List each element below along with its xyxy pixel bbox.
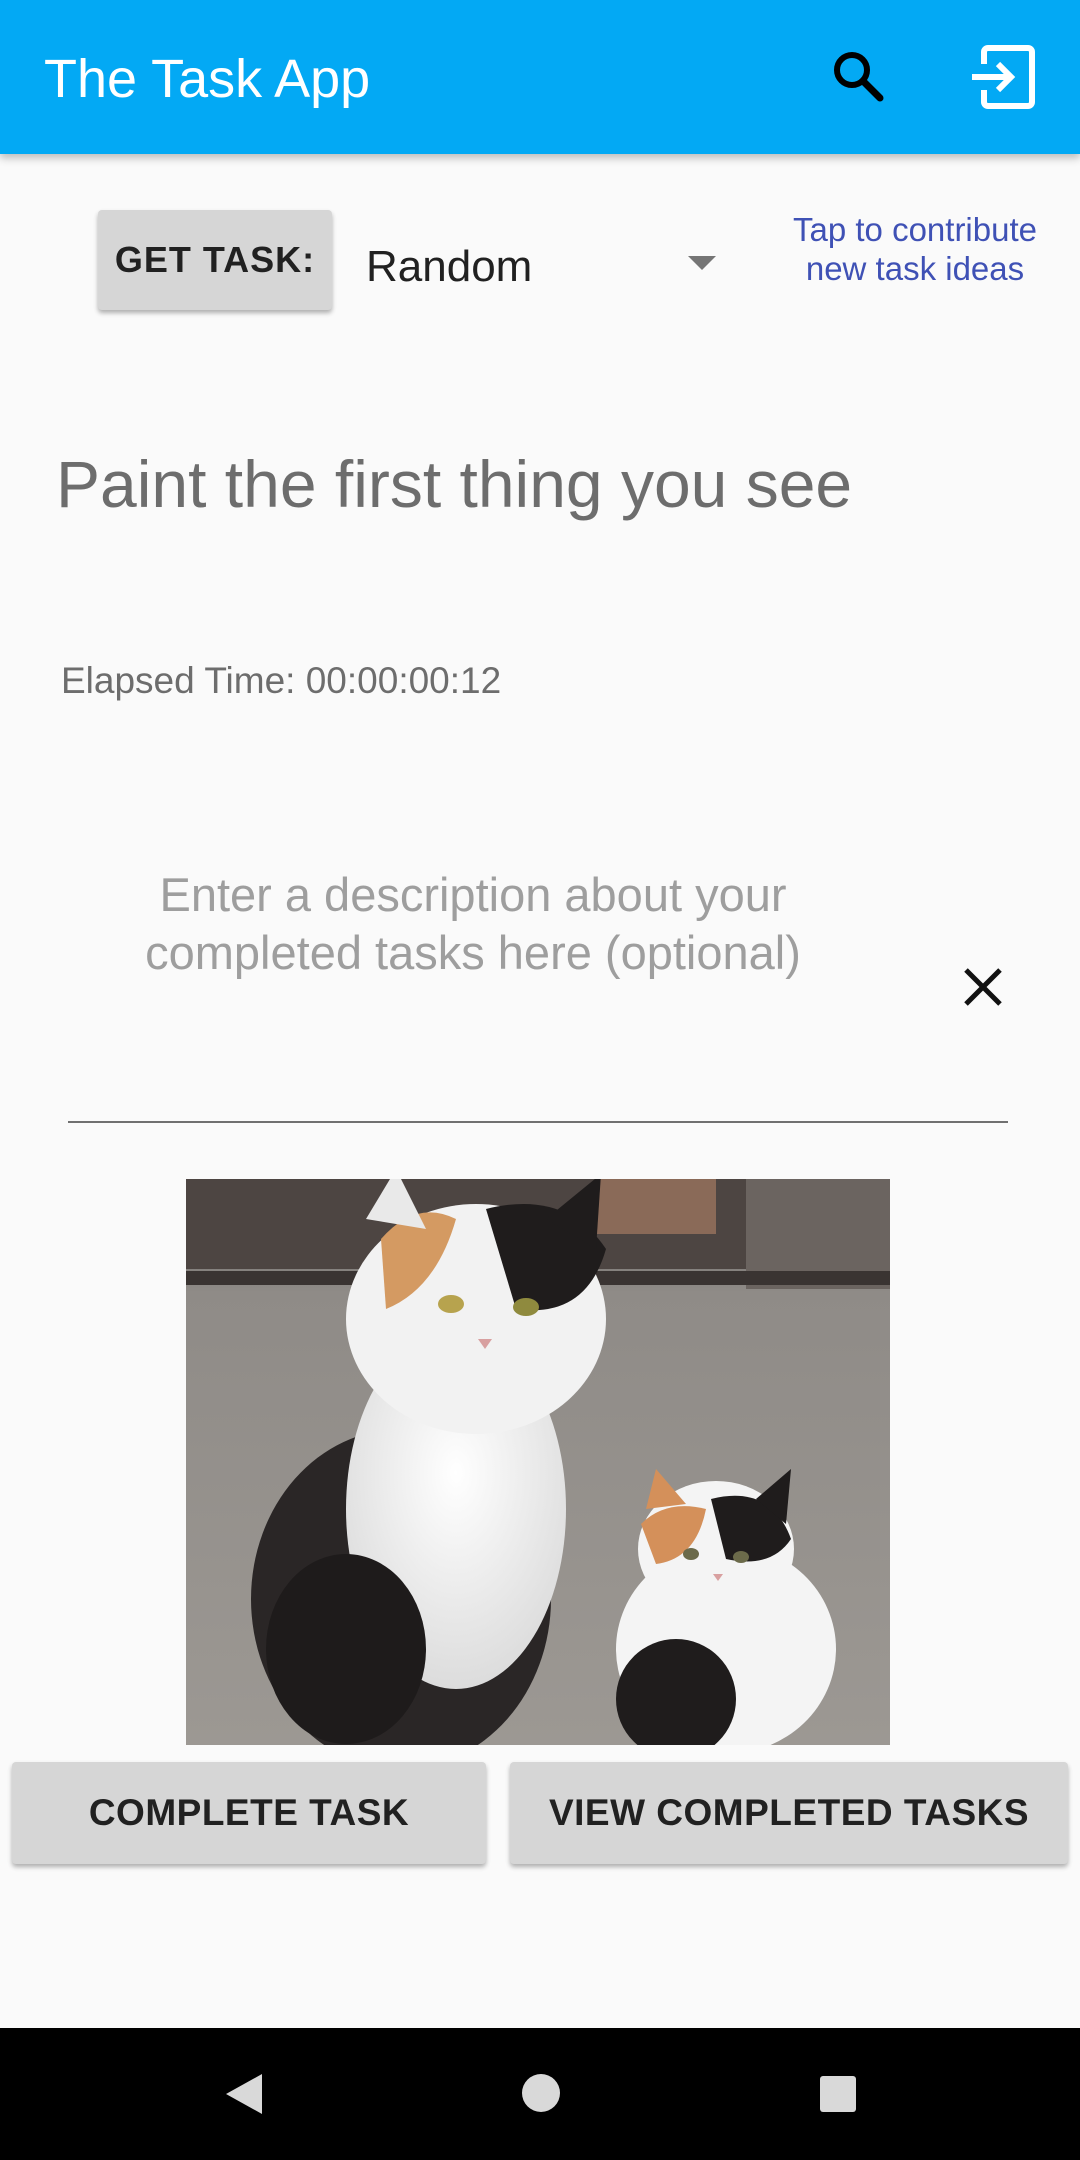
- exit-to-app-icon[interactable]: [966, 40, 1040, 114]
- elapsed-time: Elapsed Time: 00:00:00:12: [61, 660, 502, 701]
- system-nav-bar: [0, 2028, 1080, 2160]
- app-title: The Task App: [44, 49, 371, 109]
- view-completed-tasks-button[interactable]: VIEW COMPLETED TASKS: [510, 1762, 1068, 1864]
- back-icon[interactable]: [222, 2070, 266, 2118]
- home-icon[interactable]: [522, 2074, 560, 2112]
- dropdown-arrow-icon: [688, 256, 716, 270]
- description-placeholder: Enter a description about your completed…: [145, 868, 801, 979]
- spinner-value: Random: [366, 242, 533, 291]
- recents-icon[interactable]: [820, 2076, 856, 2112]
- complete-task-button[interactable]: COMPLETE TASK: [12, 1762, 486, 1864]
- task-text: Paint the first thing you see: [56, 447, 853, 521]
- get-task-button[interactable]: GET TASK:: [98, 210, 332, 310]
- clear-icon[interactable]: [952, 956, 1014, 1018]
- app-bar: The Task App: [0, 0, 1080, 154]
- description-input[interactable]: Enter a description about your completed…: [68, 850, 1008, 1123]
- contribute-task-ideas-link[interactable]: Tap to contribute new task ideas: [780, 210, 1050, 288]
- task-type-spinner[interactable]: Random: [350, 220, 720, 310]
- search-icon[interactable]: [826, 44, 892, 110]
- task-photo: [186, 1179, 890, 1745]
